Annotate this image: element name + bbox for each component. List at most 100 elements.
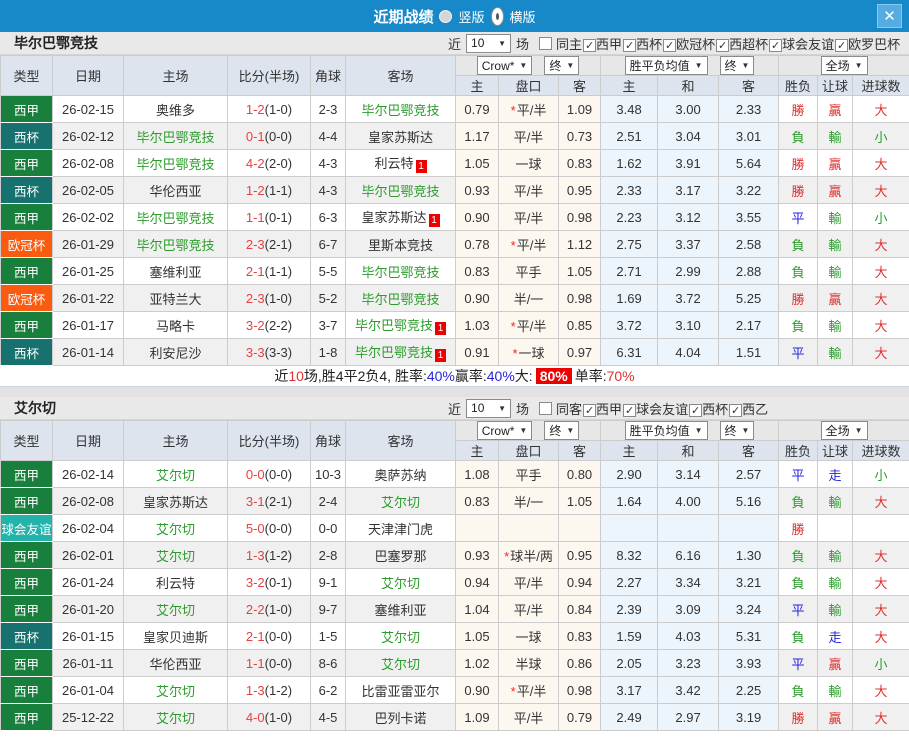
match-row: 西甲 26-01-11 华伦西亚 1-1(0-0) 8-6 艾尔切 1.02 半… — [0, 649, 909, 677]
away-team-cell: 里斯本竞技 — [345, 230, 456, 258]
odds-line-cell: *平/半 — [498, 95, 559, 123]
avg-type-select[interactable]: 胜平负均值 ▼ — [624, 421, 708, 440]
horizontal-layout-radio[interactable] — [490, 6, 504, 26]
col-odds-line: 盘口 — [498, 75, 559, 96]
col-result-goals: 进球数 — [852, 440, 909, 461]
result-cell: 贏 — [817, 703, 854, 731]
avg-home-cell: 2.23 — [600, 203, 659, 231]
avg-draw-cell: 4.04 — [657, 338, 720, 366]
result-cell: 贏 — [817, 95, 854, 123]
league-badge: 西甲 — [0, 487, 53, 515]
avg-home-cell: 2.05 — [600, 649, 659, 677]
card-badge: 1 — [428, 214, 440, 227]
odds-line-cell: *平/半 — [498, 676, 559, 704]
vertical-layout-radio[interactable] — [439, 9, 453, 23]
avg-away-cell: 2.25 — [718, 676, 780, 704]
league-checkbox[interactable]: ✓ — [583, 38, 597, 52]
match-date: 26-02-01 — [52, 541, 124, 569]
avg-type-select[interactable]: 胜平负均值 ▼ — [624, 56, 708, 75]
avg-dropdown-cell: 胜平负均值 ▼ 终 ▼ — [600, 55, 780, 76]
bookmaker-select[interactable]: Crow* ▼ — [476, 421, 533, 440]
scope-select[interactable]: 全场 ▼ — [820, 56, 868, 75]
scope-select[interactable]: 全场 ▼ — [820, 421, 868, 440]
league-label: 球会友谊 — [636, 401, 689, 417]
result-cell: 勝 — [778, 176, 819, 204]
league-checkbox[interactable]: ✓ — [623, 38, 637, 52]
league-checkbox[interactable]: ✓ — [729, 403, 743, 417]
avg-draw-cell: 3.42 — [657, 676, 720, 704]
result-cell: 輸 — [817, 257, 854, 285]
league-checkbox[interactable]: ✓ — [623, 403, 637, 417]
chevron-down-icon: ▼ — [694, 61, 703, 70]
result-cell: 大 — [852, 622, 909, 650]
odds-away-cell: 0.95 — [557, 176, 602, 204]
result-cell: 輸 — [817, 541, 854, 569]
odds-away-cell: 0.86 — [557, 649, 602, 677]
match-date: 26-01-17 — [52, 311, 124, 339]
result-cell: 負 — [778, 257, 819, 285]
results-tbody: 西甲 26-02-15 奥维多 1-2(1-0) 2-3 毕尔巴鄂竞技 0.79… — [0, 95, 909, 366]
near-label: 近 — [448, 401, 462, 417]
league-badge: 西杯 — [0, 122, 53, 150]
odds-away-cell: 0.94 — [557, 568, 602, 596]
home-team-cell: 奥维多 — [123, 95, 228, 123]
match-date: 26-02-08 — [52, 149, 124, 177]
corner-cell: 5-5 — [310, 257, 346, 285]
avg-time-select[interactable]: 终 ▼ — [719, 421, 755, 440]
score-cell: 2-2(1-0) — [227, 595, 311, 623]
result-cell: 輸 — [817, 595, 854, 623]
results-table-home: 类型 日期 主场 比分(半场) 角球 客场 Crow* ▼ 终 ▼ 胜平负均值 ▼ 终… — [0, 55, 909, 366]
result-cell: 輸 — [817, 311, 854, 339]
away-team-cell: 毕尔巴鄂竞技 — [345, 95, 456, 123]
match-date: 26-01-25 — [52, 257, 124, 285]
score-cell: 1-1(0-1) — [227, 203, 311, 231]
result-cell: 負 — [778, 568, 819, 596]
odds-home-cell: 0.83 — [455, 257, 499, 285]
bookmaker-select[interactable]: Crow* ▼ — [476, 56, 533, 75]
league-checkbox[interactable]: ✓ — [663, 38, 677, 52]
away-team-cell: 毕尔巴鄂竞技 — [345, 257, 456, 285]
match-row: 西甲 26-02-15 奥维多 1-2(1-0) 2-3 毕尔巴鄂竞技 0.79… — [0, 95, 909, 123]
result-cell: 大 — [852, 230, 909, 258]
result-cell: 平 — [778, 203, 819, 231]
col-type: 类型 — [0, 420, 53, 461]
popup-title: 近期战绩 — [373, 8, 434, 26]
chevron-down-icon: ▼ — [741, 426, 750, 435]
col-result-handicap: 让球 — [817, 75, 854, 96]
odds-home-cell: 0.79 — [455, 95, 499, 123]
league-checkbox[interactable]: ✓ — [689, 403, 703, 417]
league-badge: 西甲 — [0, 257, 53, 285]
same-venue-checkbox[interactable] — [539, 401, 553, 415]
avg-away-cell: 3.93 — [718, 649, 780, 677]
odds-time-select[interactable]: 终 ▼ — [544, 56, 580, 75]
league-checkbox[interactable]: ✓ — [769, 38, 783, 52]
league-checkbox[interactable]: ✓ — [716, 38, 730, 52]
home-team-cell: 艾尔切 — [123, 595, 228, 623]
league-checkbox[interactable]: ✓ — [835, 38, 849, 52]
avg-time-select[interactable]: 终 ▼ — [719, 56, 755, 75]
league-label: 球会友谊 — [782, 36, 835, 52]
odds-home-cell: 0.78 — [455, 230, 499, 258]
league-label: 欧罗巴杯 — [848, 36, 901, 52]
results-table-away: 类型 日期 主场 比分(半场) 角球 客场 Crow* ▼ 终 ▼ 胜平负均值 ▼ 终… — [0, 420, 909, 731]
match-count-select[interactable]: 10 ▼ — [466, 33, 512, 53]
odds-time-select[interactable]: 终 ▼ — [544, 421, 580, 440]
same-venue-checkbox[interactable] — [539, 36, 553, 50]
match-date: 26-01-29 — [52, 230, 124, 258]
col-result-handicap: 让球 — [817, 440, 854, 461]
close-button[interactable]: ✕ — [877, 4, 902, 28]
avg-away-cell: 2.88 — [718, 257, 780, 285]
match-date: 26-02-05 — [52, 176, 124, 204]
odds-home-cell: 1.08 — [455, 460, 499, 488]
away-team-cell: 天津津门虎 — [345, 514, 456, 542]
league-checkbox[interactable]: ✓ — [583, 403, 597, 417]
result-cell: 走 — [817, 622, 854, 650]
odds-line-cell: 平手 — [498, 257, 559, 285]
score-cell: 3-1(2-1) — [227, 487, 311, 515]
score-cell: 3-2(0-1) — [227, 568, 311, 596]
corner-cell: 4-3 — [310, 176, 346, 204]
summary-segment: 单率: — [574, 368, 607, 384]
league-badge: 西甲 — [0, 541, 53, 569]
match-count-select[interactable]: 10 ▼ — [466, 398, 512, 418]
odds-line-cell: 平手 — [498, 460, 559, 488]
